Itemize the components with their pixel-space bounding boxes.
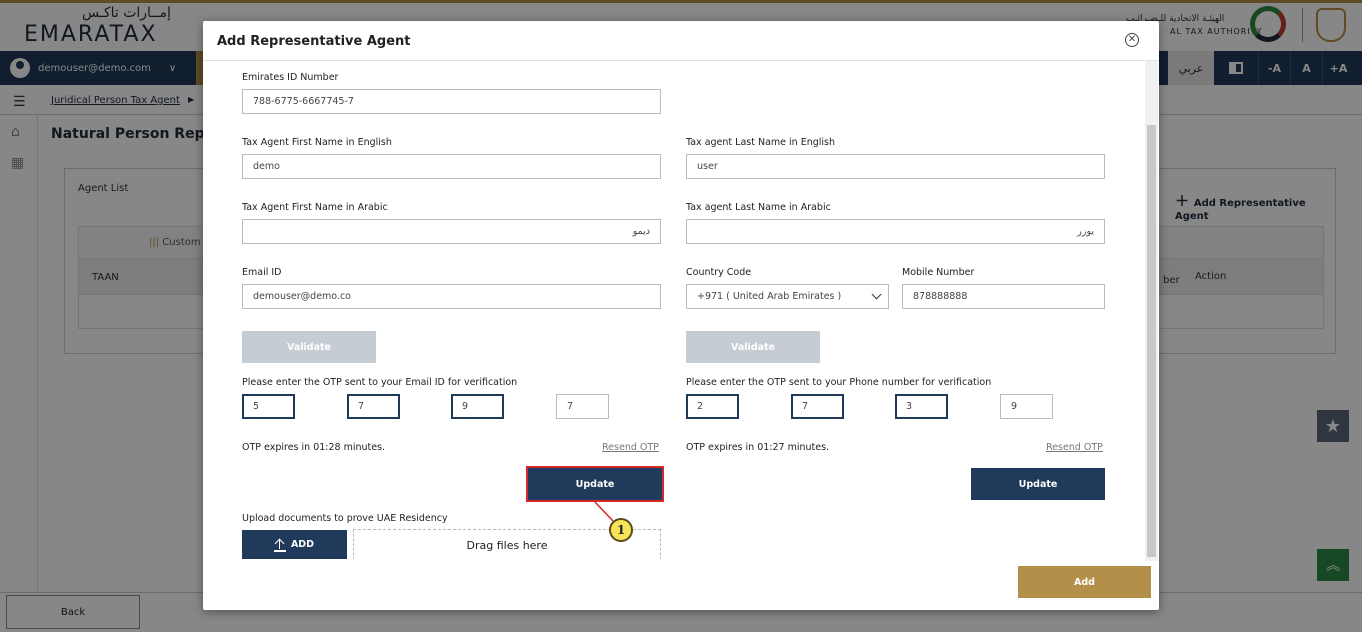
upload-label: Upload documents to prove UAE Residency bbox=[242, 513, 448, 524]
emirates-id-input[interactable]: 788-6775-6667745-7 bbox=[242, 89, 661, 114]
email-otp-digit-3[interactable]: 9 bbox=[451, 394, 504, 419]
email-update-button[interactable]: Update bbox=[526, 466, 664, 502]
phone-otp-prompt: Please enter the OTP sent to your Phone … bbox=[686, 377, 992, 388]
mobile-number-label: Mobile Number bbox=[902, 267, 975, 278]
upload-add-button[interactable]: ADD bbox=[242, 530, 347, 559]
email-otp-digit-1[interactable]: 5 bbox=[242, 394, 295, 419]
emirates-id-label: Emirates ID Number bbox=[242, 72, 339, 83]
phone-update-button[interactable]: Update bbox=[971, 468, 1105, 500]
callout-badge: 1 bbox=[609, 518, 633, 542]
phone-resend-otp-link[interactable]: Resend OTP bbox=[1046, 442, 1103, 453]
phone-otp-digit-2[interactable]: 7 bbox=[791, 394, 844, 419]
first-name-en-input[interactable]: demo bbox=[242, 154, 661, 179]
upload-add-label: ADD bbox=[290, 539, 315, 550]
scroll-clip-edge bbox=[233, 559, 1141, 561]
country-code-label: Country Code bbox=[686, 267, 752, 278]
phone-otp-digit-4[interactable]: 9 bbox=[1000, 394, 1053, 419]
phone-otp-digit-1[interactable]: 2 bbox=[686, 394, 739, 419]
upload-icon bbox=[273, 539, 286, 552]
phone-otp-digit-3[interactable]: 3 bbox=[895, 394, 948, 419]
validate-phone-button[interactable]: Validate bbox=[686, 331, 820, 363]
modal-scrollbar-thumb[interactable] bbox=[1147, 125, 1156, 557]
email-field[interactable]: demouser@demo.co bbox=[242, 284, 661, 309]
email-otp-digit-2[interactable]: 7 bbox=[347, 394, 400, 419]
phone-otp-timer: OTP expires in 01:27 minutes. bbox=[686, 442, 830, 453]
close-icon[interactable]: ✕ bbox=[1125, 33, 1139, 47]
email-otp-timer: OTP expires in 01:28 minutes. bbox=[242, 442, 386, 453]
email-label: Email ID bbox=[242, 267, 282, 278]
mobile-number-input[interactable]: 878888888 bbox=[902, 284, 1105, 309]
first-name-en-label: Tax Agent First Name in English bbox=[242, 137, 392, 148]
first-name-ar-input[interactable]: ديمو bbox=[242, 219, 661, 244]
add-representative-agent-modal: Add Representative Agent ✕ Emirates ID N… bbox=[203, 21, 1159, 610]
modal-title: Add Representative Agent bbox=[217, 34, 411, 49]
last-name-en-label: Tax agent Last Name in English bbox=[686, 137, 835, 148]
email-otp-prompt: Please enter the OTP sent to your Email … bbox=[242, 377, 518, 388]
modal-header: Add Representative Agent ✕ bbox=[203, 21, 1159, 61]
first-name-ar-label: Tax Agent First Name in Arabic bbox=[242, 202, 388, 213]
country-code-value: +971 ( United Arab Emirates ) bbox=[697, 291, 842, 302]
last-name-en-input[interactable]: user bbox=[686, 154, 1105, 179]
country-code-select[interactable]: +971 ( United Arab Emirates ) bbox=[686, 284, 889, 309]
email-resend-otp-link[interactable]: Resend OTP bbox=[602, 442, 659, 453]
last-name-ar-label: Tax agent Last Name in Arabic bbox=[686, 202, 831, 213]
add-button[interactable]: Add bbox=[1018, 566, 1151, 598]
chevron-down-icon bbox=[871, 289, 882, 300]
email-otp-digit-4[interactable]: 7 bbox=[556, 394, 609, 419]
last-name-ar-input[interactable]: يوزر bbox=[686, 219, 1105, 244]
validate-email-button[interactable]: Validate bbox=[242, 331, 376, 363]
